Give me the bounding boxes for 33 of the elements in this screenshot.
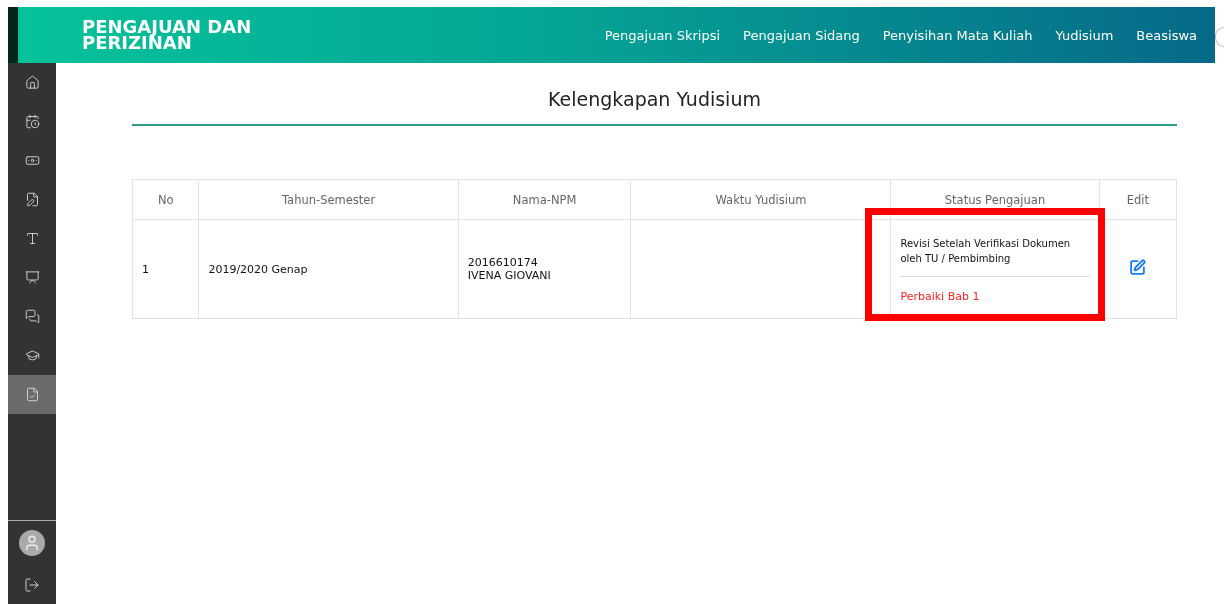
graduation-icon: [24, 348, 40, 363]
nav-link[interactable]: Penyisihan Mata Kuliah: [882, 27, 1033, 43]
page-title: Kelengkapan Yudisium: [547, 88, 762, 110]
column-header: Status Pengajuan: [890, 179, 1100, 220]
npm-text: 2016610174: [467, 256, 539, 269]
student-name: IVENA GIOVANI: [467, 269, 552, 282]
column-header: No: [132, 179, 199, 220]
checklist-icon: [24, 387, 40, 402]
document-icon: [24, 192, 40, 207]
column-header: Tahun-Semester: [198, 179, 459, 220]
revision-note: Perbaiki Bab 1: [900, 289, 981, 303]
header-edge-strip: [8, 7, 18, 63]
column-header: Edit: [1099, 179, 1177, 220]
nav-link[interactable]: Pengajuan Skripsi: [604, 27, 721, 43]
status-text: Revisi Setelah Verifikasi Dokumen oleh TU / Pembimbing: [900, 235, 1090, 277]
app-title: PENGAJUAN DAN PERIZINAN: [82, 19, 252, 51]
column-header: Nama-NPM: [458, 179, 631, 220]
table-cell: 1: [132, 219, 199, 319]
avatar-icon[interactable]: [19, 530, 45, 556]
column-header: Waktu Yudisium: [631, 179, 891, 220]
money-icon: [24, 153, 40, 168]
presentation-icon: [24, 270, 40, 285]
nav-link[interactable]: Pengajuan Sidang: [743, 27, 860, 43]
nav-link[interactable]: Beasiswa: [1136, 27, 1197, 43]
font-icon: [24, 231, 40, 246]
chat-icon: [24, 309, 40, 324]
table-cell: 2019/2020 Genap: [198, 219, 459, 319]
sidebar-item[interactable]: [8, 375, 56, 414]
home-icon: [24, 75, 40, 90]
calendar-icon: [24, 114, 40, 129]
edit-icon: [1129, 259, 1147, 276]
nav-link[interactable]: Yudisium: [1055, 27, 1114, 43]
logout-icon: [24, 576, 40, 593]
